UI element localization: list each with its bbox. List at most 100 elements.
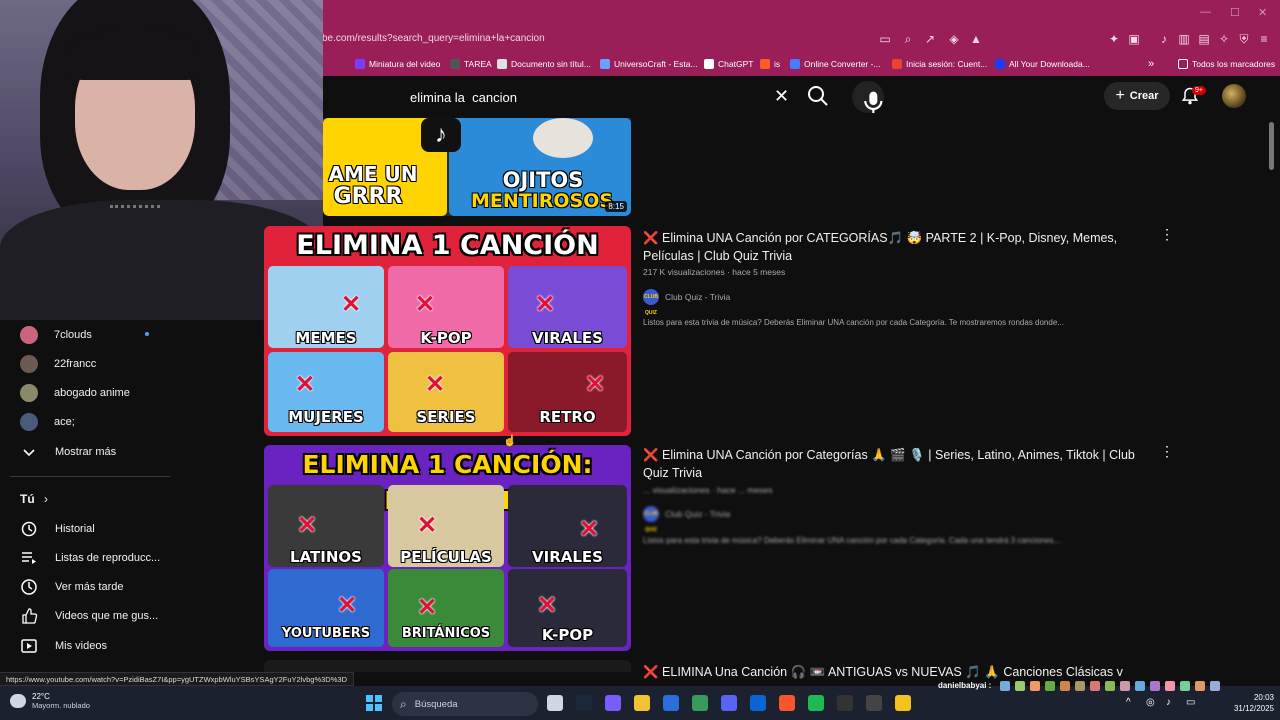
- rockstar-icon[interactable]: [895, 695, 911, 711]
- search-input[interactable]: [410, 86, 770, 108]
- davinci-icon[interactable]: [837, 695, 853, 711]
- sidebar-item-playlists[interactable]: Listas de reproducc...: [20, 548, 160, 568]
- thumb-text: OJITOS: [502, 168, 584, 192]
- more-actions-icon[interactable]: ⋮: [1160, 226, 1174, 243]
- subscription-item-abogado-anime[interactable]: abogado anime: [20, 383, 130, 403]
- video-thumbnail-1[interactable]: ELIMINA 1 CANCIÓN ✕ ✕ ✕ ✕ ✕ ✕ MEMES K-PO…: [264, 226, 631, 436]
- search-icon: ⌕: [400, 696, 407, 711]
- notification-badge: 9+: [1192, 86, 1206, 95]
- address-url[interactable]: be.com/results?search_query=elimina+la+c…: [322, 33, 545, 44]
- video-description: Listos para esta trivia de música? Deber…: [643, 536, 1061, 545]
- media-icon[interactable]: ♪: [1156, 31, 1172, 47]
- more-actions-icon[interactable]: ⋮: [1160, 443, 1174, 460]
- copilot-icon[interactable]: [605, 695, 621, 711]
- bookmark-item[interactable]: Online Converter -...: [790, 56, 881, 72]
- subscription-item-7clouds[interactable]: 7clouds: [20, 325, 92, 345]
- subscription-name: abogado anime: [54, 387, 130, 399]
- chat-emote: [1075, 681, 1085, 691]
- menu-icon[interactable]: ≡: [1256, 31, 1272, 47]
- wallet2-icon[interactable]: ▤: [1196, 31, 1212, 47]
- scrollbar-thumb[interactable]: [1269, 122, 1274, 170]
- you-section-heading[interactable]: Tú ›: [20, 492, 48, 506]
- minimize-icon[interactable]: —: [1200, 6, 1211, 18]
- sidebar-toggle-icon[interactable]: ▥: [1176, 31, 1192, 47]
- sidebar-item-liked-videos[interactable]: Videos que me gus...: [20, 606, 158, 626]
- bookmark-item[interactable]: is: [760, 56, 780, 72]
- discord-icon[interactable]: [721, 695, 737, 711]
- video-thumbnail-2[interactable]: ELIMINA 1 CANCIÓN: RANDOM ✕ ✕ ✕ ✕ ✕ ✕ LA…: [264, 445, 631, 651]
- search-icon[interactable]: [806, 84, 830, 108]
- clear-search-icon[interactable]: ✕: [774, 86, 789, 107]
- vpn-icon[interactable]: ⛨: [1236, 31, 1252, 47]
- outlook-icon[interactable]: [750, 695, 766, 711]
- weather-widget[interactable]: 22°C Mayorm. nublado: [10, 692, 90, 710]
- close-window-icon[interactable]: ✕: [1258, 6, 1267, 19]
- network-icon[interactable]: ◎: [1146, 697, 1155, 708]
- thumb-tag: LATINOS: [290, 548, 362, 566]
- bookmark-item[interactable]: All Your Downloada...: [995, 56, 1090, 72]
- bookmark-item[interactable]: UniversoCraft - Esta...: [600, 56, 698, 72]
- bookmark-item[interactable]: Documento sin títul...: [497, 56, 591, 72]
- converter-icon: [790, 59, 800, 69]
- maximize-icon[interactable]: ☐: [1230, 6, 1240, 19]
- video-title-link[interactable]: ❌ Elimina UNA Canción por Categorías 🙏 🎬…: [643, 446, 1143, 482]
- video-thumbnail-3[interactable]: [264, 660, 631, 672]
- steam-icon[interactable]: [576, 695, 592, 711]
- channel-link[interactable]: CLUB QUIZ Club Quiz - Trivia: [643, 506, 730, 533]
- file-explorer-icon[interactable]: [634, 695, 650, 711]
- video-title-link[interactable]: ❌ Elimina UNA Canción por CATEGORÍAS🎵 🤯 …: [643, 229, 1143, 265]
- battery-icon[interactable]: ▭: [1186, 697, 1195, 708]
- store-icon[interactable]: [663, 695, 679, 711]
- brave-icon[interactable]: [779, 695, 795, 711]
- all-bookmarks-button[interactable]: Todos los marcadores: [1178, 56, 1275, 72]
- chevron-down-icon: [23, 449, 35, 457]
- sidebar-item-history[interactable]: Historial: [20, 519, 95, 539]
- sidebar-item-watch-later[interactable]: Ver más tarde: [20, 577, 123, 597]
- watch-later-icon: [21, 579, 37, 595]
- zoom-icon[interactable]: ⌕: [900, 31, 916, 47]
- bookmarks-more-button[interactable]: »: [1148, 56, 1154, 72]
- thumb-tag: SERIES: [416, 408, 476, 426]
- tray-chevron-icon[interactable]: ^: [1126, 697, 1131, 708]
- extensions-icon[interactable]: ✦: [1106, 31, 1122, 47]
- chat-emote: [1165, 681, 1175, 691]
- bookmark-item[interactable]: ChatGPT: [704, 56, 753, 72]
- brave-shield-icon[interactable]: ◈: [946, 31, 962, 47]
- voice-search-button[interactable]: [852, 81, 884, 113]
- playlist-icon: [22, 552, 36, 564]
- video-title-link[interactable]: ❌ ELIMINA Una Canción 🎧 📼 ANTIGUAS vs NU…: [643, 663, 1143, 679]
- share-icon[interactable]: ↗: [922, 31, 938, 47]
- task-view-icon[interactable]: [547, 695, 563, 711]
- bookmark-item[interactable]: Miniatura del video: [355, 56, 440, 72]
- bookmark-item[interactable]: Inicia sesión: Cuent...: [892, 56, 987, 72]
- channel-link[interactable]: CLUB QUIZ Club Quiz - Trivia: [643, 289, 730, 316]
- channel-avatar: [20, 384, 38, 402]
- chat-username: danielbabyai :: [938, 681, 992, 690]
- thumb-tag: RETRO: [539, 408, 596, 426]
- spotify-icon[interactable]: [808, 695, 824, 711]
- thumb-tag: MUJERES: [288, 408, 364, 426]
- channel-avatar: [20, 355, 38, 373]
- obs-icon[interactable]: [866, 695, 882, 711]
- thumb-tag: BRITÁNICOS: [401, 626, 491, 641]
- wallet-icon[interactable]: ▣: [1126, 31, 1142, 47]
- show-more-button[interactable]: Mostrar más: [20, 442, 116, 462]
- leo-icon[interactable]: ✧: [1216, 31, 1232, 47]
- rewards-icon[interactable]: ▲: [968, 31, 984, 47]
- sidebar-item-my-videos[interactable]: Mis videos: [20, 636, 107, 656]
- clock[interactable]: 20:03 31/12/2025: [1222, 692, 1274, 714]
- volume-icon[interactable]: ♪: [1166, 697, 1171, 708]
- subscription-item-22francc[interactable]: 22francc: [20, 354, 96, 374]
- video-thumbnail-0[interactable]: ♪ AME UN GRRR OJITOS MENTIROSOS 8:15: [323, 118, 631, 216]
- account-avatar[interactable]: [1222, 84, 1246, 108]
- channel-avatar: [20, 326, 38, 344]
- subscription-item-ace[interactable]: ace;: [20, 412, 75, 432]
- app-icon[interactable]: [692, 695, 708, 711]
- start-button-icon[interactable]: [366, 695, 382, 711]
- cast-icon[interactable]: ▭: [877, 31, 893, 47]
- my-videos-icon: [21, 639, 37, 653]
- bookmark-item[interactable]: TAREA: [450, 56, 492, 72]
- video-meta: ... visualizaciones · hace ... meses: [643, 485, 773, 495]
- create-button[interactable]: + Crear: [1104, 82, 1170, 110]
- taskbar-search[interactable]: ⌕ Búsqueda: [392, 692, 538, 716]
